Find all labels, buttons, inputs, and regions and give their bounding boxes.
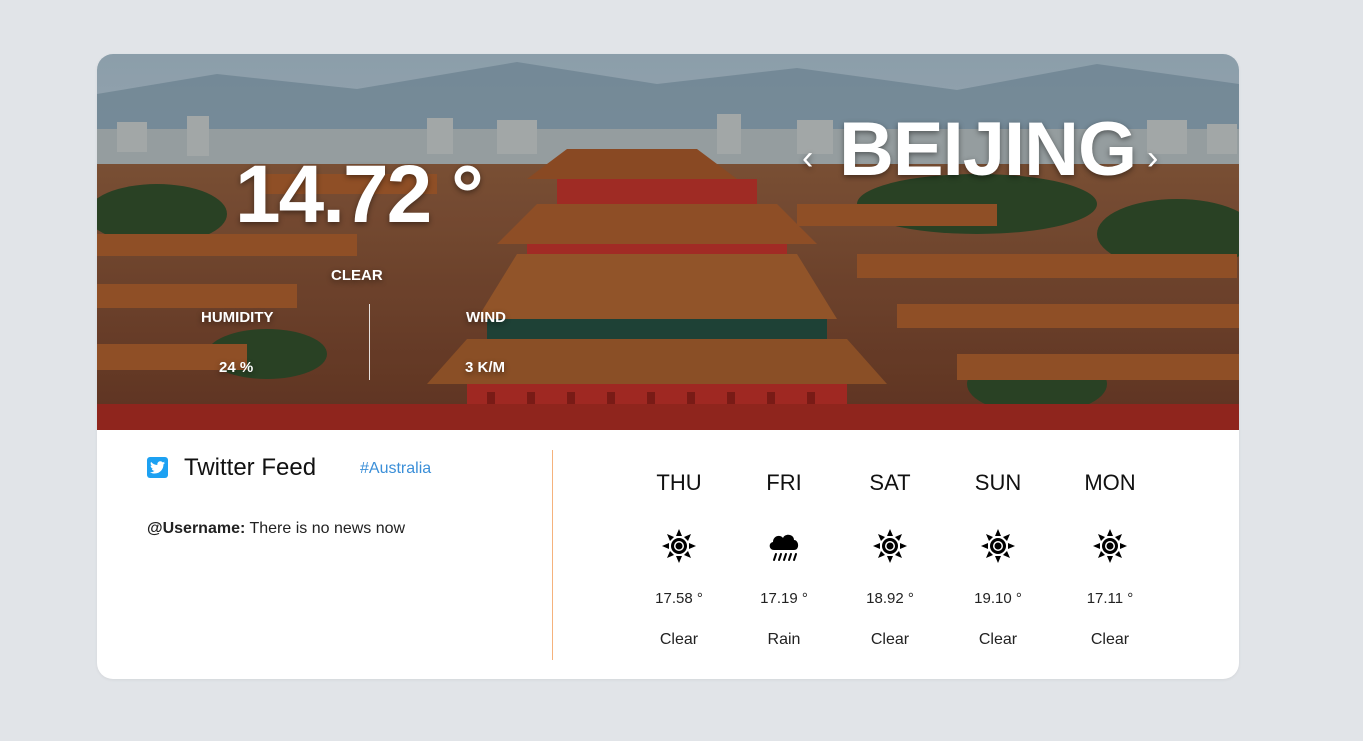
humidity-value: 24 % xyxy=(219,359,254,376)
forecast-temp: 19.10 ° xyxy=(974,590,1022,607)
weather-card: 14.72 ° CLEAR HUMIDITY 24 % WIND 3 K/M ‹… xyxy=(97,54,1239,679)
chevron-right-icon[interactable]: › xyxy=(1147,141,1158,175)
sun-icon xyxy=(981,529,1015,563)
forecast-day-name: THU xyxy=(656,470,702,495)
twitter-hashtag-link[interactable]: #Australia xyxy=(360,460,431,478)
humidity-label: HUMIDITY xyxy=(201,309,274,326)
city-hero: 14.72 ° CLEAR HUMIDITY 24 % WIND 3 K/M ‹… xyxy=(97,54,1239,430)
section-divider xyxy=(552,450,553,660)
forecast-temp: 17.11 ° xyxy=(1086,590,1134,607)
current-condition: CLEAR xyxy=(331,267,383,284)
forecast-desc: Clear xyxy=(870,631,910,648)
forecast-day-name: FRI xyxy=(766,470,802,495)
feed-item: @Username: There is no news now xyxy=(147,520,405,538)
forecast-day-name: MON xyxy=(1084,470,1136,495)
forecast-temp: 18.92 ° xyxy=(866,590,914,607)
forecast-desc: Clear xyxy=(1090,631,1130,648)
forecast-temp: 17.58 ° xyxy=(655,590,703,607)
sun-icon xyxy=(662,529,696,563)
feed-username[interactable]: @Username: xyxy=(147,520,245,537)
stats-divider xyxy=(369,304,370,380)
sun-icon xyxy=(873,529,907,563)
forecast-day-name: SAT xyxy=(869,470,911,495)
sun-icon xyxy=(1093,529,1127,563)
forecast-desc: Clear xyxy=(978,631,1018,648)
twitter-feed-title: Twitter Feed xyxy=(184,454,317,481)
forecast-desc: Rain xyxy=(767,631,801,648)
chevron-left-icon[interactable]: ‹ xyxy=(802,141,813,175)
forecast-desc: Clear xyxy=(659,631,699,648)
wind-value: 3 K/M xyxy=(465,359,506,376)
rain-cloud-icon xyxy=(769,534,799,561)
twitter-icon xyxy=(147,457,168,478)
city-name: BEIJING xyxy=(839,107,1137,192)
forecast-day-name: SUN xyxy=(974,470,1022,495)
wind-label: WIND xyxy=(466,309,506,326)
feed-text: There is no news now xyxy=(245,520,406,537)
forecast-temp: 17.19 ° xyxy=(760,590,808,607)
current-temperature: 14.72 ° xyxy=(235,149,484,240)
